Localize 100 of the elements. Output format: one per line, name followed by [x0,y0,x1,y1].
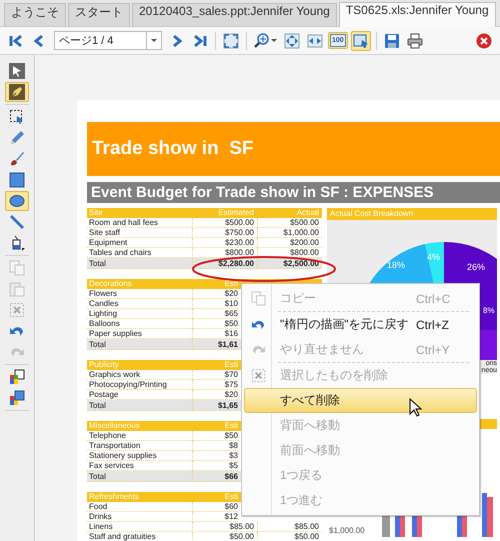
row-label: Balloons [87,319,192,329]
total-label: Total [87,400,192,411]
column-header: Esti [224,360,238,370]
shortcut-text: Ctrl+Z [416,318,450,332]
bar-chevron-left-icon [8,32,24,48]
row-label: Transportation [87,441,192,451]
chart-title: Actual Cost Breakdown [327,208,497,220]
close-icon [476,32,492,48]
four-arrows-icon [284,32,300,48]
total-label: Total [87,471,192,482]
menu-item[interactable]: "楕円の描画"を元に戻す Ctrl+Z [244,312,477,337]
total-cell: $1,61 [192,339,238,350]
table-cell: $1,000.00 [257,228,322,238]
row-label: Flowers [87,289,192,299]
percent-label: 4% [427,252,440,262]
column-header: Esti [224,492,238,502]
paste-icon [9,281,25,297]
column-header: Estimated [217,208,255,218]
fit-page-button[interactable] [282,30,302,50]
printer-icon [406,32,423,48]
total-cell: $2,500.00 [257,258,322,269]
table-cell: $65 [192,309,238,319]
bring-front-icon [9,390,25,406]
total-label: Total [87,339,192,350]
fit-screen-button[interactable] [221,30,241,50]
axis-tick-label: $1,000.00 [329,526,365,535]
dotted-square-x-icon [250,368,266,383]
copy-icon [250,291,266,306]
document-tab[interactable]: ようこそ [4,3,66,26]
caret-icon [151,39,157,42]
row-label: Stationery supplies [87,451,192,461]
table-cell: $500.00 [257,218,322,228]
document-tab[interactable]: TS0625.xls:Jennifer Young [338,2,496,27]
line-icon [9,214,25,230]
table-cell: $50.00 [257,532,322,541]
table-cell: $50 [192,431,238,441]
table-cell: $8 [192,441,238,451]
dotted-square-x-icon [9,302,25,318]
section-header: Refreshments [88,492,140,502]
table-cell: $85.00 [192,522,257,532]
document-tab[interactable]: 20120403_sales.ppt:Jennifer Young [132,3,337,26]
section-header: Publicity [88,360,120,370]
total-label: Total [87,258,192,269]
row-label: Food [87,502,192,512]
table-cell: $75 [192,380,238,390]
mouse-pointer-icon [409,398,422,417]
row-label: Candles [87,299,192,309]
table-cell: $50 [192,319,238,329]
total-cell: $66 [192,471,238,482]
row-label: Linens [87,522,192,532]
row-label: Photocopying/Printing [87,380,192,390]
close-button[interactable] [474,30,494,50]
table-cell: $500.00 [192,218,257,228]
send-back-icon [9,369,25,385]
table-cell: $70 [192,370,238,380]
print-button[interactable] [404,30,425,50]
column-header: Esti [224,421,238,431]
row-label: Drinks [87,512,192,522]
row-label: Telephone [87,431,192,441]
selection-icon [9,109,25,125]
ellipse-tool[interactable] [5,191,29,211]
pencil-icon [9,130,25,146]
row-label: Room and hall fees [87,218,192,228]
table-cell: $230.00 [192,238,257,248]
zoom-in-icon [254,32,270,48]
row-label: Graphics work [87,370,192,380]
annotate-button[interactable] [350,30,371,50]
table-cell: $200.00 [257,238,322,248]
table-cell: $60 [192,502,238,512]
sheet-subtitle: Event Budget for Trade show in SF : EXPENSES [87,182,500,203]
table-cell: $750.00 [192,228,257,238]
rectangle-icon [9,172,25,188]
corners-icon [223,32,239,48]
section-header: Miscellaneous [88,421,141,431]
column-header: Esti [224,279,238,289]
row-label: Equipment [87,238,192,248]
document-tab[interactable]: スタート [68,3,130,26]
caret-icon [271,39,277,42]
brush-icon [9,151,25,167]
ellipse-icon [9,193,25,209]
menu-item[interactable]: すべて削除 [244,388,477,413]
horizontal-arrows-icon [307,32,323,48]
section-header: Decorations [88,279,133,289]
zoom-button[interactable] [252,30,279,50]
shortcut-text: Ctrl+Y [416,342,451,356]
percent-label: 18% [387,260,406,270]
chevron-bar-right-icon [192,32,208,48]
page-dropdown-button[interactable] [146,31,162,50]
row-label: Staff and gratuities [87,532,192,541]
page-field[interactable]: ページ1 / 4 [54,31,146,50]
pen-tool[interactable] [5,82,29,102]
table-cell: $12 [192,512,238,522]
sheet-title: Trade show in SF [87,122,500,176]
table-cell: $85.00 [257,522,322,532]
pen-nib-icon [9,84,25,100]
copy-icon [9,260,25,276]
percent-label: 8% [483,306,495,315]
table-cell: $10 [192,299,238,309]
row-label: Lighting [87,309,192,319]
section-header: Site [88,208,104,218]
